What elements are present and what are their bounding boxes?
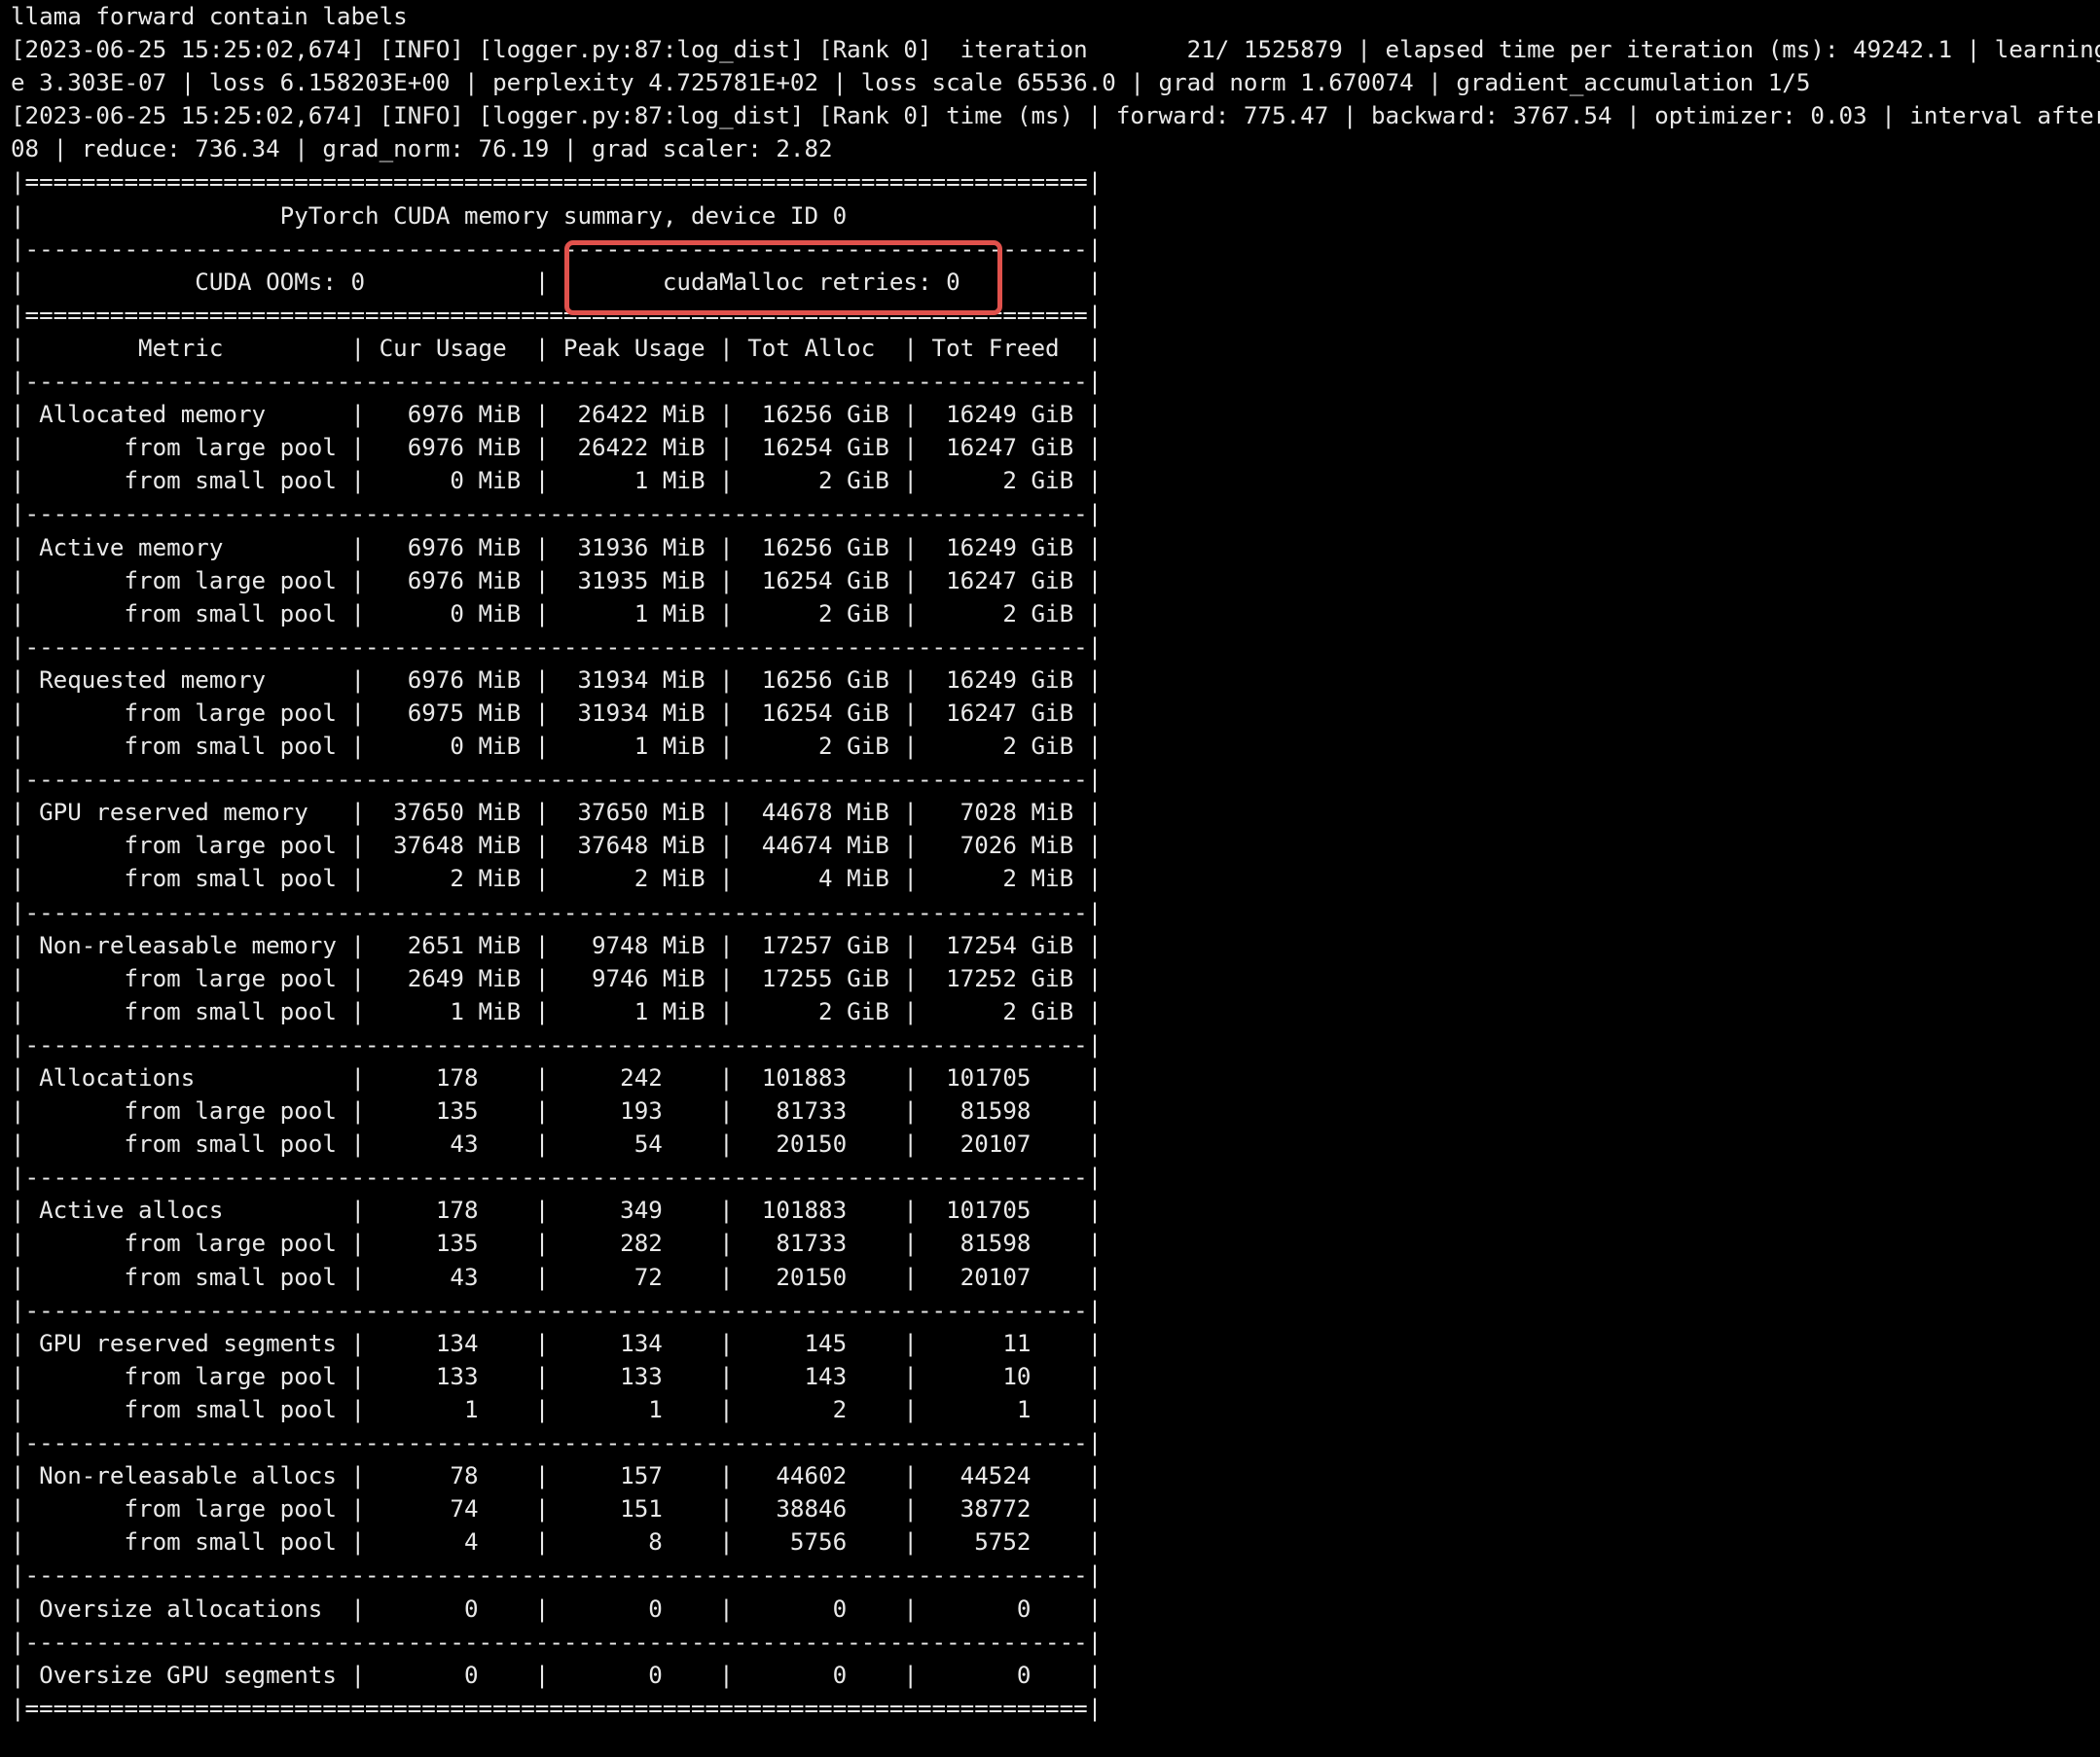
- table-row: | from small pool | 0 MiB | 1 MiB | 2 Gi…: [11, 733, 1103, 761]
- table-row: | from large pool | 6976 MiB | 26422 MiB…: [11, 434, 1103, 462]
- table-row: | from small pool | 1 MiB | 1 MiB | 2 Gi…: [11, 997, 1103, 1025]
- table-row: | GPU reserved memory | 37650 MiB | 3765…: [11, 799, 1103, 827]
- table-row: | from large pool | 6976 MiB | 31935 MiB…: [11, 566, 1103, 594]
- summary-divider: |---------------------------------------…: [11, 1561, 1103, 1590]
- table-row: | from small pool | 4 | 8 | 5756 | 5752 …: [11, 1528, 1103, 1557]
- summary-divider: |---------------------------------------…: [11, 898, 1103, 926]
- summary-divider: |---------------------------------------…: [11, 1296, 1103, 1324]
- table-row: | Allocations | 178 | 242 | 101883 | 101…: [11, 1064, 1103, 1092]
- terminal-output: llama forward contain labels [2023-06-25…: [11, 0, 2100, 1757]
- summary-divider: |---------------------------------------…: [11, 368, 1103, 396]
- table-row: | from large pool | 133 | 133 | 143 | 10…: [11, 1362, 1103, 1390]
- summary-divider: |---------------------------------------…: [11, 632, 1103, 661]
- summary-divider: |---------------------------------------…: [11, 1030, 1103, 1058]
- terminal-line: e 3.303E-07 | loss 6.158203E+00 | perple…: [11, 69, 1811, 97]
- terminal-line: 08 | reduce: 736.34 | grad_norm: 76.19 |…: [11, 135, 833, 163]
- table-row: | Active allocs | 178 | 349 | 101883 | 1…: [11, 1197, 1103, 1225]
- terminal-line: llama forward contain labels: [11, 3, 408, 30]
- table-row: | from small pool | 43 | 72 | 20150 | 20…: [11, 1263, 1103, 1291]
- terminal-line: [2023-06-25 15:25:02,674] [INFO] [logger…: [11, 102, 2100, 130]
- table-row: | from small pool | 43 | 54 | 20150 | 20…: [11, 1130, 1103, 1159]
- table-row: | from small pool | 2 MiB | 2 MiB | 4 Mi…: [11, 865, 1103, 893]
- ooms-retries-row: | CUDA OOMs: 0 | cudaMalloc retries: 0 |: [11, 268, 1103, 296]
- table-row: | from large pool | 135 | 282 | 81733 | …: [11, 1230, 1103, 1258]
- table-row: | Non-releasable memory | 2651 MiB | 974…: [11, 931, 1103, 959]
- table-row: | Non-releasable allocs | 78 | 157 | 446…: [11, 1462, 1103, 1490]
- summary-border: |=======================================…: [11, 1694, 1103, 1722]
- table-row: | Active memory | 6976 MiB | 31936 MiB |…: [11, 533, 1103, 561]
- summary-divider: |---------------------------------------…: [11, 1164, 1103, 1192]
- summary-divider: |---------------------------------------…: [11, 500, 1103, 528]
- table-row: | GPU reserved segments | 134 | 134 | 14…: [11, 1329, 1103, 1357]
- table-row: | from large pool | 74 | 151 | 38846 | 3…: [11, 1495, 1103, 1524]
- table-row: | from large pool | 135 | 193 | 81733 | …: [11, 1097, 1103, 1126]
- table-row: | from small pool | 1 | 1 | 2 | 1 |: [11, 1395, 1103, 1423]
- table-row: | Oversize GPU segments | 0 | 0 | 0 | 0 …: [11, 1661, 1103, 1689]
- summary-border: |=======================================…: [11, 301, 1103, 329]
- summary-title: | PyTorch CUDA memory summary, device ID…: [11, 201, 1103, 230]
- table-row: | from large pool | 2649 MiB | 9746 MiB …: [11, 964, 1103, 992]
- table-row: | from large pool | 37648 MiB | 37648 Mi…: [11, 832, 1103, 860]
- summary-divider: |---------------------------------------…: [11, 234, 1103, 263]
- terminal-line: [2023-06-25 15:25:02,674] [INFO] [logger…: [11, 36, 2100, 64]
- table-row: | from large pool | 6975 MiB | 31934 MiB…: [11, 699, 1103, 727]
- summary-divider: |---------------------------------------…: [11, 1628, 1103, 1656]
- table-header: | Metric | Cur Usage | Peak Usage | Tot …: [11, 334, 1103, 362]
- table-row: | Oversize allocations | 0 | 0 | 0 | 0 |: [11, 1595, 1103, 1623]
- table-row: | from small pool | 0 MiB | 1 MiB | 2 Gi…: [11, 599, 1103, 628]
- summary-divider: |---------------------------------------…: [11, 766, 1103, 794]
- table-row: | from small pool | 0 MiB | 1 MiB | 2 Gi…: [11, 467, 1103, 495]
- table-row: | Requested memory | 6976 MiB | 31934 Mi…: [11, 665, 1103, 694]
- table-row: | Allocated memory | 6976 MiB | 26422 Mi…: [11, 401, 1103, 429]
- summary-divider: |---------------------------------------…: [11, 1429, 1103, 1457]
- summary-border: |=======================================…: [11, 168, 1103, 197]
